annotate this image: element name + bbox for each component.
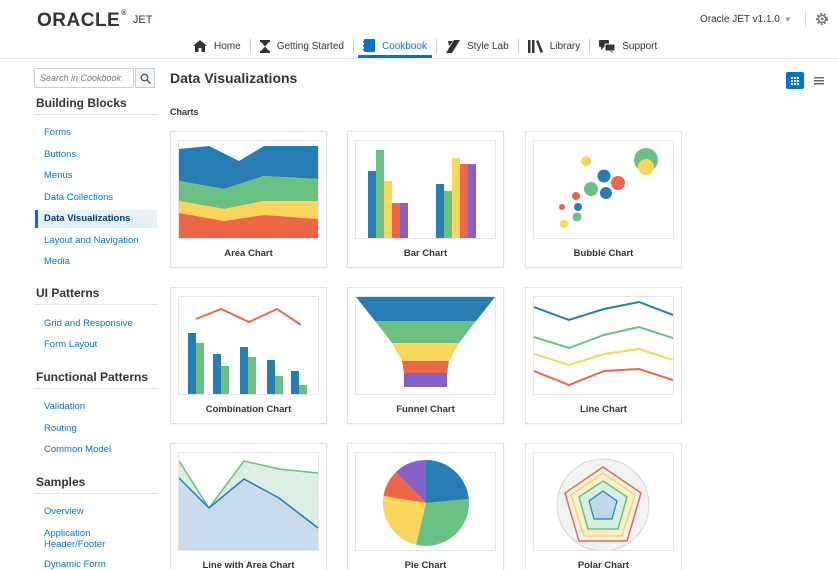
- chart-card-label: Bubble Chart: [573, 248, 634, 259]
- sidebar-heading-ui-patterns: UI Patterns: [36, 286, 100, 300]
- section-title-charts: Charts: [170, 107, 199, 117]
- sidebar-item-menus[interactable]: Menus: [35, 167, 157, 185]
- chart-card-label: Combination Chart: [205, 404, 292, 415]
- library-icon: [527, 39, 543, 53]
- oracle-logo[interactable]: ORACLE® JET: [37, 10, 152, 32]
- sidebar-item-common-model[interactable]: Common Model: [35, 441, 157, 459]
- nav-style-lab-label: Style Lab: [466, 40, 509, 52]
- nav-support-label: Support: [622, 40, 658, 52]
- chart-card-pie[interactable]: Pie Chart: [347, 443, 504, 570]
- main-nav: Home Getting Started Cookbook Style Lab …: [184, 34, 666, 58]
- sidebar-item-overview[interactable]: Overview: [35, 503, 157, 521]
- bubble-chart-thumbnail: [533, 140, 674, 239]
- nav-home-label: Home: [214, 40, 241, 52]
- cookbook-icon: [362, 39, 375, 52]
- combination-chart-thumbnail: [178, 296, 319, 395]
- sidebar-heading-samples: Samples: [36, 475, 86, 489]
- product-name: JET: [132, 14, 153, 26]
- nav-library-label: Library: [549, 40, 581, 52]
- chart-card-label: Funnel Chart: [396, 404, 455, 415]
- line-with-area-chart-thumbnail: [178, 452, 319, 551]
- grid-view-button[interactable]: [786, 72, 804, 89]
- area-chart-thumbnail: [178, 140, 319, 239]
- search-icon: [140, 73, 151, 84]
- sidebar-item-forms[interactable]: Forms: [35, 124, 157, 142]
- home-icon: [193, 40, 207, 52]
- sidebar-item-form-layout[interactable]: Form Layout: [35, 336, 157, 354]
- sidebar-item-data-collections[interactable]: Data Collections: [35, 189, 157, 207]
- search-input[interactable]: [34, 68, 134, 88]
- sidebar-divider: [34, 388, 158, 389]
- logo-registered-mark: ®: [121, 10, 127, 17]
- version-dropdown[interactable]: Oracle JET v1.1.0 ▼: [700, 14, 792, 25]
- sidebar-item-validation[interactable]: Validation: [35, 398, 157, 416]
- pie-chart-thumbnail: [355, 452, 496, 551]
- header-border: [0, 58, 838, 59]
- chart-card-polar[interactable]: Polar Chart: [525, 443, 682, 570]
- chart-card-line-with-area[interactable]: Line with Area Chart: [170, 443, 327, 570]
- sidebar: Building Blocks Forms Buttons Menus Data…: [30, 60, 162, 570]
- sidebar-heading-functional-patterns: Functional Patterns: [36, 370, 149, 384]
- nav-getting-started-label: Getting Started: [276, 40, 344, 52]
- chart-card-line[interactable]: Line Chart: [525, 287, 682, 424]
- nav-library[interactable]: Library: [519, 34, 590, 58]
- logo-text: ORACLE: [37, 10, 121, 31]
- chart-card-label: Line Chart: [580, 404, 627, 415]
- list-icon: [814, 77, 824, 85]
- nav-cookbook[interactable]: Cookbook: [354, 34, 436, 58]
- sidebar-item-buttons[interactable]: Buttons: [35, 146, 157, 164]
- sidebar-item-media[interactable]: Media: [35, 253, 157, 271]
- sidebar-divider: [34, 114, 158, 115]
- sidebar-item-layout-and-navigation[interactable]: Layout and Navigation: [35, 232, 157, 250]
- sidebar-item-grid-and-responsive[interactable]: Grid and Responsive: [35, 315, 157, 333]
- header-divider: [805, 10, 806, 28]
- hourglass-icon: [259, 39, 270, 53]
- polar-chart-thumbnail: [533, 452, 674, 551]
- chart-card-funnel[interactable]: Funnel Chart: [347, 287, 504, 424]
- sidebar-item-routing[interactable]: Routing: [35, 420, 157, 438]
- sidebar-divider: [34, 304, 158, 305]
- app-header: ORACLE® JET Oracle JET v1.1.0 ▼ Home Getti…: [0, 0, 838, 58]
- search-button[interactable]: [135, 68, 155, 88]
- chart-card-label: Polar Chart: [577, 560, 630, 570]
- chart-card-label: Pie Chart: [404, 560, 447, 570]
- grid-icon: [791, 77, 799, 85]
- chart-card-area[interactable]: Area Chart: [170, 131, 327, 268]
- palette-icon: [445, 39, 460, 53]
- chart-card-combination[interactable]: Combination Chart: [170, 287, 327, 424]
- line-chart-thumbnail: [533, 296, 674, 395]
- support-icon: [599, 39, 616, 53]
- page-title: Data Visualizations: [170, 70, 298, 86]
- sidebar-item-application-header-footer[interactable]: Application Header/Footer: [35, 528, 115, 550]
- chevron-down-icon: ▼: [783, 15, 792, 24]
- bar-chart-thumbnail: [355, 140, 496, 239]
- sidebar-item-dynamic-form[interactable]: Dynamic Form: [35, 556, 157, 570]
- gear-icon[interactable]: [813, 10, 831, 28]
- nav-getting-started[interactable]: Getting Started: [251, 34, 353, 58]
- list-view-button[interactable]: [812, 72, 826, 89]
- chart-card-bar[interactable]: Bar Chart: [347, 131, 504, 268]
- chart-card-bubble[interactable]: Bubble Chart: [525, 131, 682, 268]
- nav-style-lab[interactable]: Style Lab: [437, 34, 518, 58]
- chart-card-label: Line with Area Chart: [202, 560, 295, 570]
- funnel-chart-thumbnail: [355, 296, 496, 395]
- chart-card-label: Area Chart: [224, 248, 273, 259]
- version-label: Oracle JET v1.1.0: [700, 14, 780, 25]
- chart-card-label: Bar Chart: [403, 248, 448, 259]
- nav-cookbook-label: Cookbook: [381, 40, 427, 52]
- nav-support[interactable]: Support: [590, 34, 666, 58]
- sidebar-item-data-visualizations[interactable]: Data Visualizations: [35, 210, 157, 228]
- sidebar-divider: [34, 493, 158, 494]
- nav-home[interactable]: Home: [184, 34, 250, 58]
- sidebar-heading-building-blocks: Building Blocks: [36, 96, 127, 110]
